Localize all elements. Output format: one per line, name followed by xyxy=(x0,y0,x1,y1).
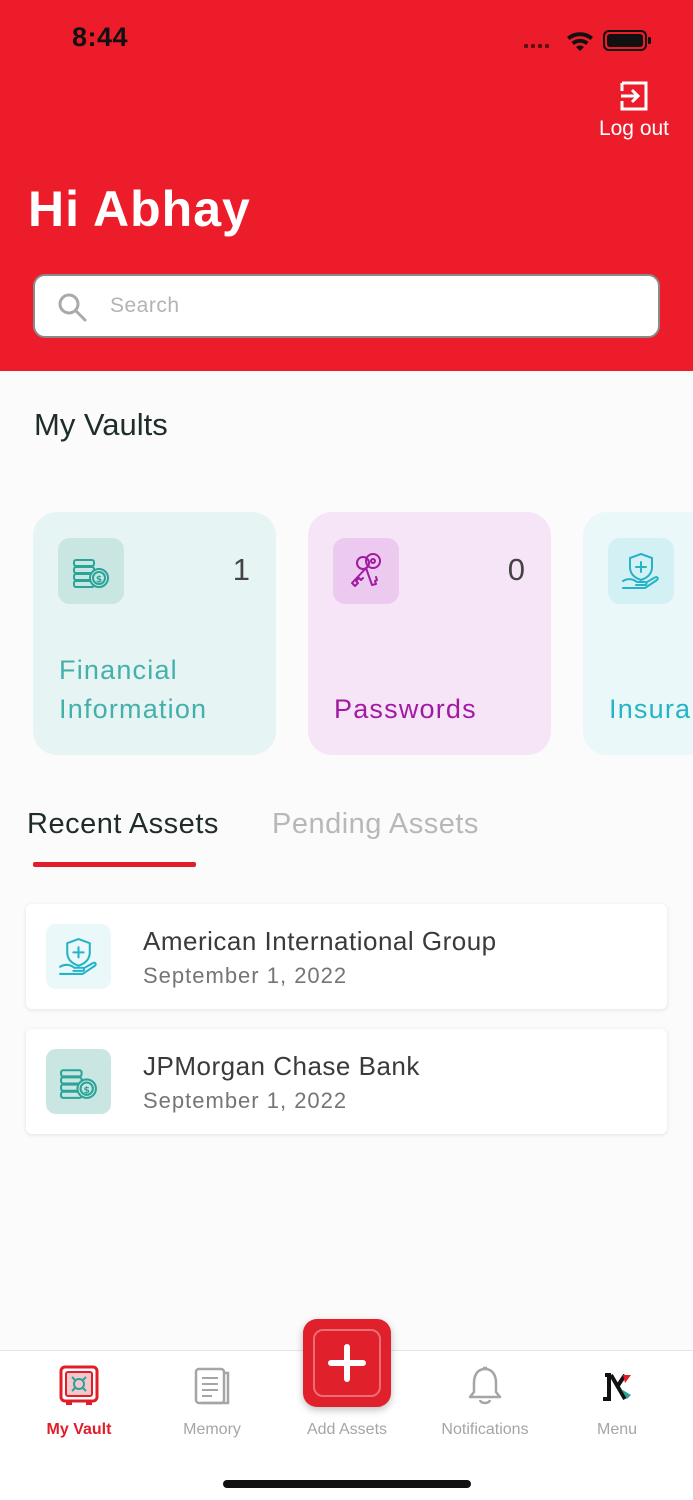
plus-icon xyxy=(328,1344,366,1382)
vault-count: 1 xyxy=(232,552,250,587)
vault-icon-box xyxy=(608,538,674,604)
asset-date: September 1, 2022 xyxy=(143,963,348,988)
asset-icon-box: $ xyxy=(46,1049,111,1114)
vault-label: Insura xyxy=(609,694,692,724)
asset-row[interactable]: American International Group September 1… xyxy=(26,904,667,1009)
asset-date: September 1, 2022 xyxy=(143,1088,348,1113)
battery-icon xyxy=(603,30,651,51)
menu-logo-icon xyxy=(603,1373,631,1401)
bottom-nav: My Vault Memory Add Assets Notifications… xyxy=(0,1319,693,1500)
search-icon xyxy=(58,293,87,322)
memory-notebook-icon xyxy=(194,1367,230,1405)
nav-label: Notifications xyxy=(441,1421,529,1438)
vault-label-line2: Information xyxy=(59,694,208,724)
my-vaults-title: My Vaults xyxy=(34,407,168,442)
coins-icon: $ xyxy=(73,559,109,588)
vault-label-line1: Financial xyxy=(59,655,178,685)
status-time: 8:44 xyxy=(72,22,129,52)
nav-menu[interactable]: Menu xyxy=(562,1351,672,1451)
search-bar xyxy=(33,274,660,338)
svg-text:$: $ xyxy=(83,1085,89,1096)
insurance-shield-icon xyxy=(59,938,97,975)
search-input[interactable] xyxy=(110,286,640,326)
asset-icon-box xyxy=(46,924,111,989)
vault-card-insurance[interactable]: Insura xyxy=(583,512,693,755)
vault-icon-box xyxy=(333,538,399,604)
asset-name: American International Group xyxy=(143,926,497,956)
nav-memory[interactable]: Memory xyxy=(157,1351,267,1451)
insurance-shield-icon xyxy=(622,553,659,589)
asset-row[interactable]: $ JPMorgan Chase Bank September 1, 2022 xyxy=(26,1029,667,1134)
nav-label: Memory xyxy=(183,1421,241,1438)
status-icons xyxy=(524,30,651,51)
nav-notifications[interactable]: Notifications xyxy=(430,1351,540,1451)
tab-recent-assets[interactable]: Recent Assets xyxy=(27,808,219,841)
logout-icon xyxy=(620,81,648,111)
wifi-icon xyxy=(567,32,593,51)
vault-card-financial-information[interactable]: $ 1 Financial Information xyxy=(33,512,276,755)
vault-label: Passwords xyxy=(334,694,477,724)
svg-text:$: $ xyxy=(96,575,102,585)
coins-icon: $ xyxy=(60,1069,97,1099)
greeting: Hi Abhay xyxy=(28,181,251,237)
vault-card-passwords[interactable]: 0 Passwords xyxy=(308,512,551,755)
cellular-signal-icon xyxy=(524,44,549,48)
add-assets-button[interactable] xyxy=(303,1319,391,1407)
bell-icon xyxy=(468,1366,502,1405)
nav-label: Menu xyxy=(596,1421,638,1438)
nav-my-vault[interactable]: My Vault xyxy=(24,1351,134,1451)
nav-label-add-assets: Add Assets xyxy=(306,1421,388,1438)
asset-name: JPMorgan Chase Bank xyxy=(143,1051,420,1081)
vault-icon-box: $ xyxy=(58,538,124,604)
tab-pending-assets[interactable]: Pending Assets xyxy=(272,808,479,841)
vault-safe-icon xyxy=(59,1365,99,1405)
active-tab-indicator xyxy=(33,862,196,867)
vault-count: 0 xyxy=(507,552,525,587)
logout-label: Log out xyxy=(598,117,670,140)
vault-label: Financial Information xyxy=(59,651,207,729)
header: 8:44 Log out Hi Abhay xyxy=(0,0,693,371)
nav-label: My Vault xyxy=(46,1421,112,1438)
home-indicator xyxy=(223,1480,471,1488)
keys-icon xyxy=(351,553,381,587)
logout-button[interactable]: Log out xyxy=(593,80,675,144)
